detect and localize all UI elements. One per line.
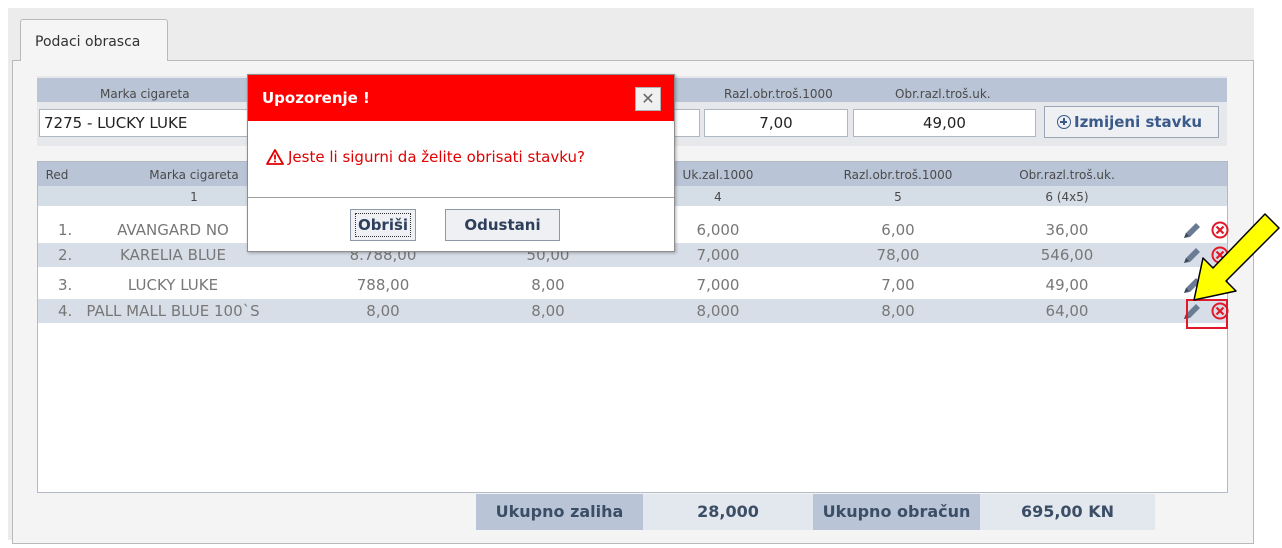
cell-col4: 6,000 — [696, 221, 740, 239]
dialog-message-text: Jeste li sigurni da želite obrisati stav… — [288, 148, 585, 166]
tab-podaci-obrasca[interactable]: Podaci obrasca — [20, 19, 168, 61]
table-row[interactable]: 4. PALL MALL BLUE 100`S 8,00 8,00 8,000 … — [38, 299, 1229, 323]
cell-col6: 64,00 — [1045, 302, 1089, 320]
hidden-field-input[interactable] — [674, 109, 700, 137]
total-stock-label: Ukupno zaliha — [476, 494, 643, 530]
cancel-button[interactable]: Odustani — [445, 209, 560, 241]
col-header-red: Red — [45, 168, 69, 182]
plus-circle-icon — [1057, 115, 1071, 129]
dialog-titlebar: Upozorenje ! ✕ — [248, 75, 674, 121]
table-row[interactable]: 3. LUCKY LUKE 788,00 8,00 7,000 7,00 49,… — [38, 273, 1229, 297]
cell-col2: 788,00 — [356, 276, 410, 294]
razl-input[interactable]: 7,00 — [704, 109, 848, 137]
col-header-marka: Marka cigareta — [149, 168, 239, 182]
edit-header-obr: Obr.razl.troš.uk. — [895, 87, 991, 101]
col-subheader-6: 6 (4x5) — [1045, 190, 1089, 204]
col-header-obr: Obr.razl.troš.uk. — [1019, 168, 1115, 182]
close-icon[interactable]: ✕ — [635, 87, 661, 111]
dialog-title: Upozorenje ! — [262, 89, 370, 107]
cell-marka: KARELIA BLUE — [120, 246, 226, 264]
row-number: 2. — [58, 246, 73, 264]
cell-col6: 49,00 — [1045, 276, 1089, 294]
edit-header-marka: Marka cigareta — [100, 87, 190, 101]
confirm-dialog: Upozorenje ! ✕ Jeste li sigurni da želit… — [247, 74, 675, 252]
annotation-arrow — [1193, 213, 1280, 301]
col-subheader-4: 4 — [714, 190, 722, 204]
cell-col6: 546,00 — [1040, 246, 1094, 264]
row-number: 3. — [58, 276, 73, 294]
dialog-divider — [248, 197, 674, 198]
confirm-delete-label: Obriši — [354, 213, 412, 237]
cell-col5: 8,00 — [881, 302, 915, 320]
edit-header-razl: Razl.obr.troš.1000 — [724, 87, 833, 101]
cell-col2: 8,00 — [366, 302, 400, 320]
tab-label: Podaci obrasca — [35, 34, 141, 50]
total-calc-label: Ukupno obračun — [813, 494, 980, 530]
update-item-button[interactable]: Izmijeni stavku — [1044, 106, 1219, 138]
row-number: 1. — [58, 221, 73, 239]
update-item-label: Izmijeni stavku — [1074, 113, 1203, 131]
col-header-ukzal: Uk.zal.1000 — [682, 168, 754, 182]
warning-icon — [266, 149, 284, 165]
cell-col5: 78,00 — [876, 246, 920, 264]
cell-col3: 8,00 — [531, 276, 565, 294]
cell-col5: 7,00 — [881, 276, 915, 294]
cell-col5: 6,00 — [881, 221, 915, 239]
obr-input[interactable]: 49,00 — [853, 109, 1036, 137]
col-subheader-1: 1 — [190, 190, 198, 204]
cell-marka: LUCKY LUKE — [127, 276, 219, 294]
total-calc-value: 695,00 KN — [980, 494, 1155, 530]
dialog-message: Jeste li sigurni da želite obrisati stav… — [266, 148, 585, 166]
confirm-delete-button[interactable]: Obriši — [350, 209, 416, 241]
marka-input[interactable]: 7275 - LUCKY LUKE — [39, 109, 249, 137]
col-subheader-5: 5 — [894, 190, 902, 204]
cancel-label: Odustani — [464, 216, 541, 234]
total-stock-value: 28,000 — [643, 494, 813, 530]
cell-col4: 7,000 — [696, 276, 740, 294]
cell-col4: 8,000 — [696, 302, 740, 320]
row-number: 4. — [58, 302, 73, 320]
cell-col3: 8,00 — [531, 302, 565, 320]
cell-marka: AVANGARD NO — [117, 221, 229, 239]
cell-marka: PALL MALL BLUE 100`S — [86, 302, 260, 320]
cell-col6: 36,00 — [1045, 221, 1089, 239]
cell-col4: 7,000 — [696, 246, 740, 264]
col-header-razl: Razl.obr.troš.1000 — [843, 168, 953, 182]
